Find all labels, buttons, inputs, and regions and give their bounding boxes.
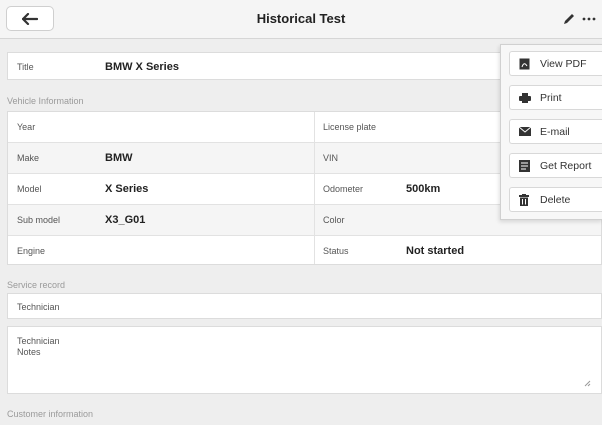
menu-item-label: View PDF	[540, 57, 587, 70]
edit-button[interactable]	[562, 12, 576, 26]
title-value: BMW X Series	[105, 61, 179, 73]
customer-info-heading: Customer information	[7, 409, 94, 419]
model-value[interactable]: X Series	[105, 183, 148, 195]
technician-placeholder: Technician	[17, 302, 60, 312]
service-record-heading: Service record	[7, 280, 66, 290]
engine-label: Engine	[17, 246, 46, 256]
report-icon	[519, 159, 531, 172]
mail-icon	[519, 126, 531, 138]
menu-item-label: E-mail	[540, 125, 570, 138]
odometer-label: Odometer	[323, 184, 364, 194]
more-options-button[interactable]	[582, 12, 596, 26]
menu-item-delete[interactable]: Delete	[509, 187, 602, 212]
menu-item-label: Delete	[540, 193, 571, 206]
sub-model-value[interactable]: X3_G01	[105, 214, 145, 226]
vin-label: VIN	[323, 153, 339, 163]
odometer-value[interactable]: 500km	[406, 183, 440, 195]
trash-icon	[519, 193, 531, 206]
menu-item-label: Get Report	[540, 159, 592, 172]
technician-notes-placeholder: Technician Notes	[17, 336, 60, 357]
title-label: Title	[17, 62, 34, 72]
menu-item-view-pdf[interactable]: View PDF	[509, 51, 602, 76]
sub-model-label: Sub model	[17, 215, 61, 225]
more-options-menu: View PDF Print E-mail Get Report Delete	[500, 44, 602, 220]
status-label: Status	[323, 246, 349, 256]
table-row: Engine Status Not started	[8, 236, 601, 267]
resize-grip-icon[interactable]	[584, 380, 591, 387]
year-label: Year	[17, 122, 36, 132]
menu-item-label: Print	[540, 91, 562, 104]
make-value[interactable]: BMW	[105, 152, 133, 164]
page-title: Historical Test	[256, 11, 346, 26]
menu-item-get-report[interactable]: Get Report	[509, 153, 602, 178]
make-label: Make	[17, 153, 40, 163]
printer-icon	[519, 92, 531, 104]
technician-field[interactable]: Technician	[7, 293, 602, 319]
menu-item-email[interactable]: E-mail	[509, 119, 602, 144]
pencil-icon	[564, 14, 574, 24]
license-plate-label: License plate	[323, 122, 377, 132]
app-header: Historical Test	[0, 0, 602, 39]
status-value: Not started	[406, 245, 465, 257]
model-label: Model	[17, 184, 42, 194]
menu-item-print[interactable]: Print	[509, 85, 602, 110]
more-horizontal-icon	[582, 17, 596, 21]
technician-notes-field[interactable]: Technician Notes	[7, 326, 602, 394]
vehicle-info-heading: Vehicle Information	[7, 96, 84, 106]
color-label: Color	[323, 215, 345, 225]
pdf-icon	[519, 58, 531, 70]
